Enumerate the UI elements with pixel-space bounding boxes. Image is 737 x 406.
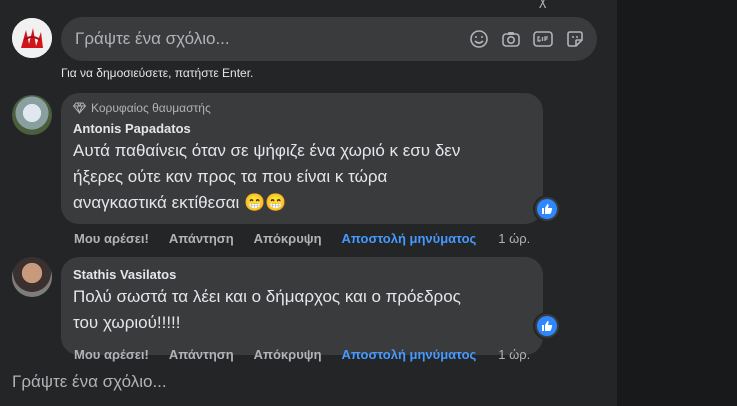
comment-author[interactable]: Antonis Papadatos [73,121,531,136]
camera-icon[interactable] [499,27,523,51]
comment-bubble: Stathis Vasilatos Πολύ σωστά τα λέει και… [61,257,543,355]
diamond-icon [73,102,86,114]
reaction-count[interactable] [535,314,559,338]
top-fan-badge: Κορυφαίος θαυμαστής [73,101,531,115]
reply-link[interactable]: Απάντηση [169,231,234,246]
write-comment-link[interactable]: Γράψτε ένα σχόλιο... [12,372,167,392]
comment-actions: Μου αρέσει! Απάντηση Απόκρυψη Αποστολή μ… [74,347,530,362]
avatar-logo [12,18,52,58]
hide-link[interactable]: Απόκρυψη [254,347,322,362]
comment-actions: Μου αρέσει! Απάντηση Απόκρυψη Αποστολή μ… [74,231,530,246]
comment-timestamp[interactable]: 1 ώρ. [498,347,530,362]
like-icon [537,199,557,219]
emoji-icon[interactable] [467,27,491,51]
comment-input[interactable]: Γράψτε ένα σχόλιο... [61,17,597,61]
comment-avatar[interactable] [12,257,52,297]
top-fragment: χ [539,0,547,8]
fan-badge-label: Κορυφαίος θαυμαστής [91,101,211,115]
comment-avatar[interactable] [12,95,52,135]
enter-hint: Για να δημοσιεύσετε, πατήστε Enter. [61,66,254,80]
comment-author[interactable]: Stathis Vasilatos [73,267,531,282]
comment-input-placeholder: Γράψτε ένα σχόλιο... [75,29,230,48]
hide-link[interactable]: Απόκρυψη [254,231,322,246]
like-icon [537,316,557,336]
comment-text: Αυτά παθαίνεις όταν σε ψήφιζε ένα χωριό … [73,141,461,212]
comment-text: Πολύ σωστά τα λέει και ο δήμαρχος και ο … [73,287,461,332]
gif-icon[interactable] [531,27,555,51]
comment-bubble: Κορυφαίος θαυμαστής Antonis Papadatos Αυ… [61,93,543,224]
reaction-count[interactable] [535,197,559,221]
send-message-link[interactable]: Αποστολή μηνύματος [342,231,477,246]
sticker-icon[interactable] [563,27,587,51]
comment-timestamp[interactable]: 1 ώρ. [498,231,530,246]
like-link[interactable]: Μου αρέσει! [74,231,149,246]
page-gutter [617,0,737,406]
like-link[interactable]: Μου αρέσει! [74,347,149,362]
send-message-link[interactable]: Αποστολή μηνύματος [342,347,477,362]
composer-tools [467,27,587,51]
current-user-avatar[interactable] [12,18,52,58]
reply-link[interactable]: Απάντηση [169,347,234,362]
